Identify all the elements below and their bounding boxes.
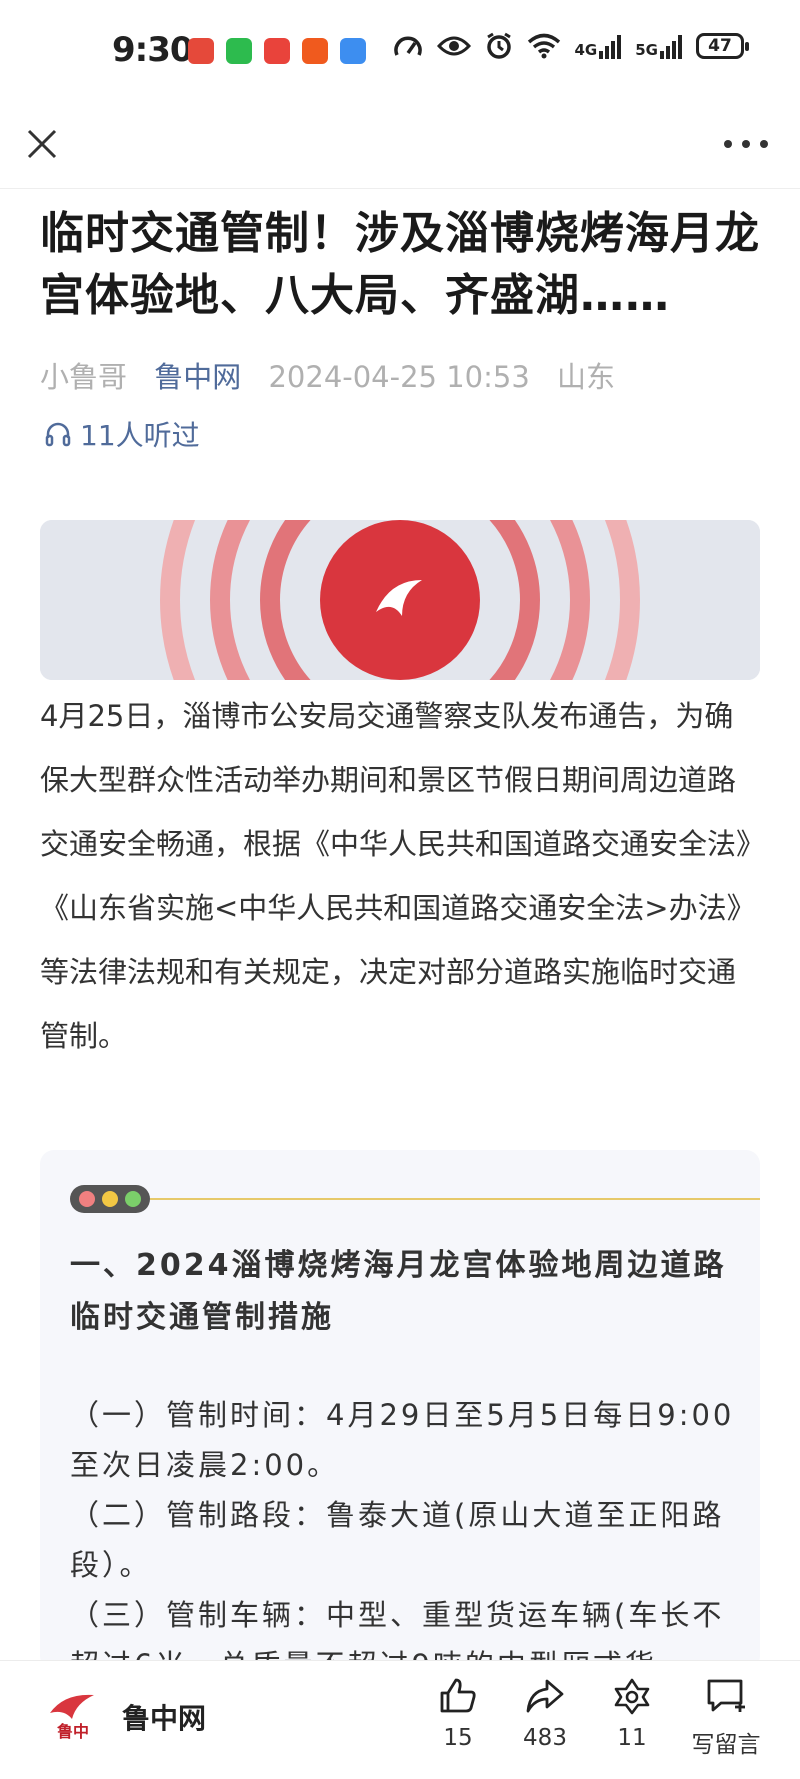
collect-button[interactable]: 11 — [592, 1677, 672, 1751]
signal-4g-label: 4G — [574, 41, 598, 59]
comment-add-icon — [707, 1679, 745, 1712]
notification-app-icon — [188, 38, 214, 64]
more-icon-dot — [760, 140, 768, 148]
status-time: 9:30 — [112, 30, 194, 70]
article-title: 临时交通管制！涉及淄博烧烤海月龙宫体验地、八大局、齐盛湖…… — [40, 208, 760, 321]
article-meta: 小鲁哥 鲁中网 2024-04-25 10:53 山东 — [40, 354, 633, 396]
signal-4g: 4G — [575, 33, 622, 59]
signal-5g: 5G — [635, 33, 682, 59]
broadcast-rings-graphic — [40, 520, 760, 680]
traffic-light-icon — [70, 1185, 150, 1213]
source-link[interactable]: 鲁中网 — [154, 360, 241, 394]
wallet-icon — [340, 38, 366, 64]
more-icon-dot — [742, 140, 750, 148]
collect-count: 11 — [617, 1725, 647, 1751]
top-bar — [0, 104, 800, 189]
like-count: 15 — [443, 1725, 473, 1751]
battery-icon: 47 — [696, 33, 749, 59]
section-card: 一、2024淄博烧烤海月龙宫体验地周边道路临时交通管制措施 （一）管制时间：4月… — [40, 1150, 760, 1670]
wifi-icon — [527, 33, 560, 59]
share-icon — [526, 1679, 564, 1713]
headphones-icon — [45, 422, 71, 447]
more-button[interactable] — [724, 130, 768, 158]
more-icon — [724, 140, 732, 148]
share-button[interactable]: 483 — [505, 1677, 585, 1751]
speed-icon — [393, 36, 422, 56]
publisher-logo[interactable]: 鲁中 — [42, 1685, 104, 1747]
taobao-icon — [302, 38, 328, 64]
measure-item-1: （一）管制时间：4月29日至5月5日每日9:00至次日凌晨2:00。 — [70, 1398, 735, 1482]
comment-label: 写留言 — [691, 1732, 761, 1758]
publisher-name[interactable]: 鲁中网 — [122, 1697, 206, 1737]
app-red-icon — [264, 38, 290, 64]
status-right-group: 4G 5G 47 — [393, 32, 749, 60]
close-icon — [27, 129, 57, 159]
close-button[interactable] — [22, 124, 62, 164]
author-name[interactable]: 小鲁哥 — [40, 360, 127, 394]
like-button[interactable]: 15 — [418, 1677, 498, 1751]
thumbs-up-icon — [440, 1678, 476, 1713]
section-body: （一）管制时间：4月29日至5月5日每日9:00至次日凌晨2:00。 （二）管制… — [70, 1390, 740, 1670]
listen-count-label: 11人听过 — [80, 419, 200, 452]
section-title: 一、2024淄博烧烤海月龙宫体验地周边道路临时交通管制措施 — [70, 1248, 727, 1335]
divider — [150, 1198, 760, 1200]
measure-item-2: （二）管制路段：鲁泰大道(原山大道至正阳路段）。 — [70, 1498, 725, 1582]
publisher-logo-icon: 鲁中 — [50, 1694, 94, 1741]
banner-image — [40, 520, 760, 680]
status-bar: 9:30 4G 5G 47 — [0, 0, 800, 104]
publish-datetime: 2024-04-25 10:53 — [268, 360, 530, 394]
comment-button[interactable]: 写留言 — [680, 1677, 772, 1759]
eye-icon — [436, 36, 471, 56]
share-count: 483 — [523, 1725, 567, 1751]
bottom-bar: 鲁中 鲁中网 15 483 11 写留言 — [0, 1660, 800, 1779]
listen-count[interactable]: 11人听过 — [44, 414, 200, 454]
measure-item-3: （三）管制车辆：中型、重型货运车辆(车长不超过6米，总质量不超过9吨的中型厢式货 — [70, 1598, 725, 1670]
flower-icon — [614, 1678, 650, 1715]
signal-bars-icon — [599, 33, 622, 59]
svg-text:鲁中: 鲁中 — [56, 1722, 89, 1741]
wechat-icon — [226, 38, 252, 64]
signal-5g-label: 5G — [635, 41, 658, 59]
alarm-icon — [486, 32, 511, 59]
publish-location: 山东 — [557, 360, 616, 394]
article-intro: 4月25日，淄博市公安局交通警察支队发布通告，为确保大型群众性活动举办期间和景区… — [40, 699, 756, 1053]
signal-bars-icon — [660, 33, 682, 59]
